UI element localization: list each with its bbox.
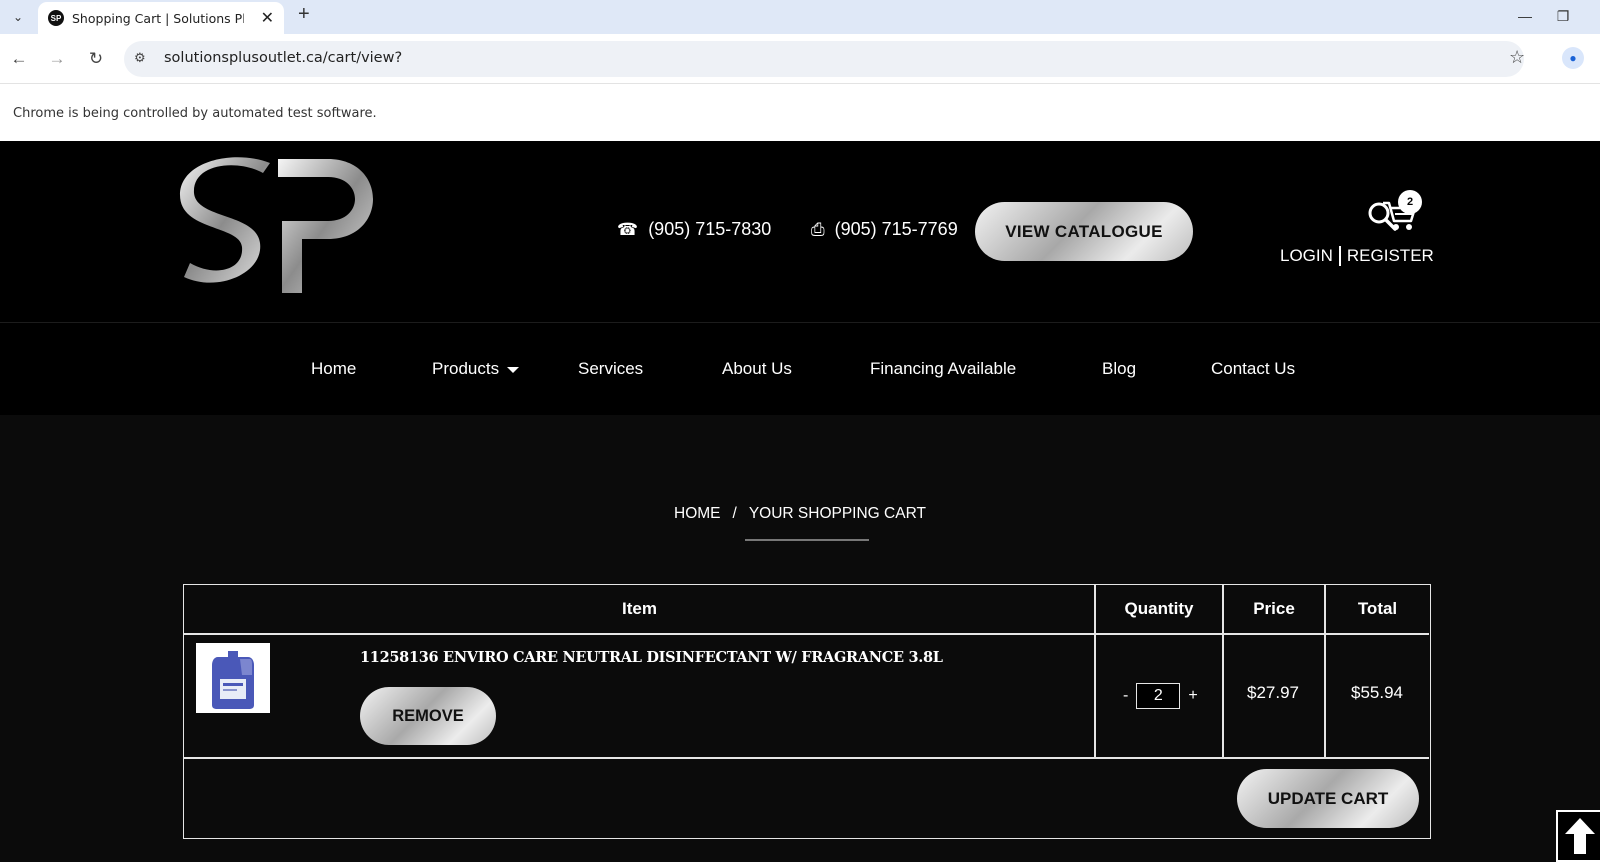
login-link[interactable]: LOGIN — [1280, 246, 1333, 266]
increase-quantity-button[interactable]: + — [1188, 687, 1197, 705]
auth-links: LOGIN REGISTER — [1280, 246, 1434, 266]
nav-home[interactable]: Home — [311, 359, 356, 379]
nav-services[interactable]: Services — [578, 359, 643, 379]
nav-financing[interactable]: Financing Available — [870, 359, 1016, 379]
nav-contact-us[interactable]: Contact Us — [1211, 359, 1295, 379]
breadcrumb: HOME / YOUR SHOPPING CART — [0, 505, 1600, 523]
bookmark-star-icon[interactable]: ☆ — [1509, 47, 1525, 68]
product-name[interactable]: 11258136 ENVIRO CARE NEUTRAL DISINFECTAN… — [360, 649, 943, 666]
column-header-total: Total — [1357, 599, 1398, 618]
quantity-stepper: - + — [1123, 683, 1198, 709]
url-text[interactable]: solutionsplusoutlet.ca/cart/view? — [164, 50, 402, 66]
view-catalogue-button[interactable]: VIEW CATALOGUE — [975, 202, 1193, 261]
item-price: $27.97 — [1247, 683, 1299, 702]
nav-about-us[interactable]: About Us — [722, 359, 792, 379]
breadcrumb-current: YOUR SHOPPING CART — [748, 505, 926, 522]
cart-count-badge: 2 — [1398, 190, 1422, 214]
minimize-icon[interactable]: — — [1510, 4, 1540, 28]
site-info-icon[interactable]: ⚙ — [134, 50, 152, 68]
column-header-quantity: Quantity — [1124, 599, 1194, 618]
auth-divider — [1338, 246, 1341, 266]
main-nav: Home Products Services About Us Financin… — [0, 323, 1600, 415]
row-divider — [184, 757, 1429, 759]
column-header-price: Price — [1253, 599, 1295, 618]
scroll-to-top-button[interactable] — [1556, 810, 1600, 862]
new-tab-icon[interactable]: + — [298, 3, 310, 26]
cart-table: Item Quantity Price Total 11258136 ENVIR… — [183, 584, 1431, 839]
fax-icon: ⎙ — [811, 219, 825, 239]
automation-infobar: Chrome is being controlled by automated … — [0, 84, 1600, 141]
column-divider — [1222, 585, 1224, 758]
phone-text: (905) 715-7830 — [648, 219, 772, 239]
profile-icon[interactable]: ● — [1562, 47, 1584, 69]
product-image[interactable] — [196, 643, 270, 713]
register-link[interactable]: REGISTER — [1347, 246, 1434, 266]
site-logo[interactable] — [178, 155, 378, 300]
browser-tab[interactable]: SP Shopping Cart | Solutions Plus O ✕ — [38, 2, 284, 34]
browser-toolbar: ← → ↻ ⚙ solutionsplusoutlet.ca/cart/view… — [0, 34, 1600, 84]
breadcrumb-home[interactable]: HOME — [674, 505, 721, 522]
breadcrumb-underline — [745, 539, 869, 541]
remove-button[interactable]: REMOVE — [360, 687, 496, 745]
address-bar[interactable]: ⚙ solutionsplusoutlet.ca/cart/view? — [124, 41, 1524, 77]
column-header-item: Item — [622, 599, 657, 618]
browser-tab-bar: ⌄ SP Shopping Cart | Solutions Plus O ✕ … — [0, 0, 1600, 34]
header-divider — [184, 633, 1429, 635]
arrow-up-icon — [1565, 818, 1595, 854]
breadcrumb-separator: / — [732, 505, 737, 522]
nav-products[interactable]: Products — [432, 359, 520, 379]
tab-title: Shopping Cart | Solutions Plus O — [72, 10, 244, 26]
phone-number[interactable]: ☎ (905) 715-7830 — [617, 219, 771, 240]
fax-number[interactable]: ⎙ (905) 715-7769 — [811, 219, 958, 240]
decrease-quantity-button[interactable]: - — [1123, 687, 1128, 705]
fax-text: (905) 715-7769 — [834, 219, 958, 239]
reload-icon[interactable]: ↻ — [84, 47, 108, 71]
tab-close-icon[interactable]: ✕ — [261, 8, 274, 28]
infobar-text: Chrome is being controlled by automated … — [13, 106, 377, 121]
restore-icon[interactable]: ❐ — [1548, 4, 1578, 28]
back-icon[interactable]: ← — [7, 47, 31, 71]
item-total: $55.94 — [1351, 683, 1403, 702]
update-cart-button[interactable]: UPDATE CART — [1237, 769, 1419, 828]
caret-down-icon — [507, 366, 520, 373]
nav-products-label: Products — [432, 359, 500, 378]
tab-search-chevron-icon[interactable]: ⌄ — [6, 5, 30, 29]
nav-blog[interactable]: Blog — [1102, 359, 1136, 379]
column-divider — [1094, 585, 1096, 758]
site-favicon-icon: SP — [48, 10, 64, 26]
column-divider — [1324, 585, 1326, 758]
site-header: ☎ (905) 715-7830 ⎙ (905) 715-7769 VIEW C… — [0, 141, 1600, 323]
quantity-input[interactable] — [1136, 683, 1181, 709]
phone-icon: ☎ — [617, 219, 639, 239]
forward-icon[interactable]: → — [45, 47, 69, 71]
